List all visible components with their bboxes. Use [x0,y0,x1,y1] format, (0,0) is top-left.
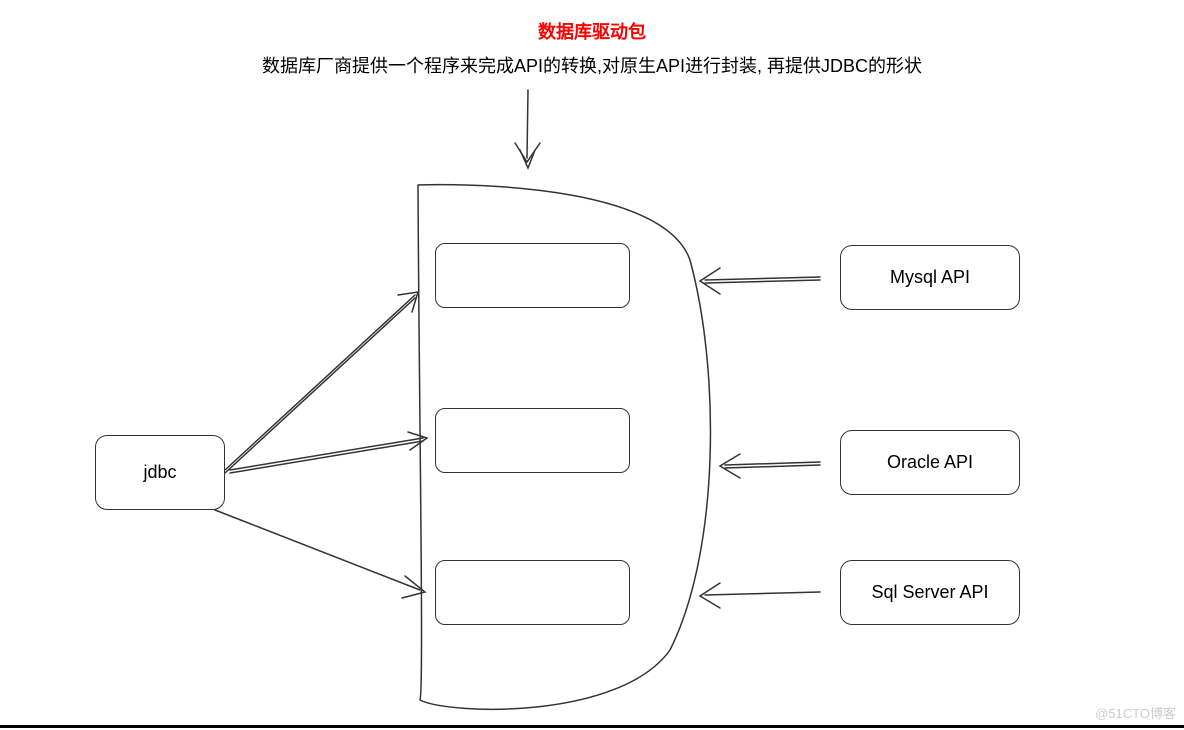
driver-box-1 [435,243,630,308]
watermark: @51CTO博客 [1095,703,1176,722]
jdbc-box: jdbc [95,435,225,510]
mysql-api-box: Mysql API [840,245,1020,310]
jdbc-label: jdbc [143,462,176,483]
driver-box-3 [435,560,630,625]
mysql-api-label: Mysql API [890,267,970,288]
sqlserver-api-label: Sql Server API [871,582,988,603]
oracle-api-label: Oracle API [887,452,973,473]
sqlserver-api-box: Sql Server API [840,560,1020,625]
bottom-border [0,725,1184,728]
oracle-api-box: Oracle API [840,430,1020,495]
driver-box-2 [435,408,630,473]
